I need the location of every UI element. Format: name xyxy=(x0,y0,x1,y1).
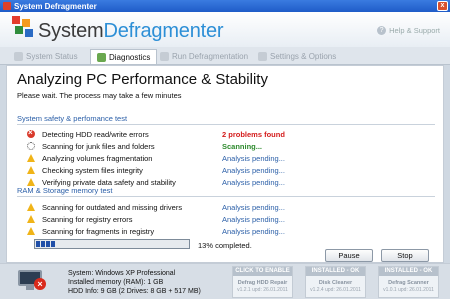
system-hdd: HDD Info: 9 GB (2 Drives: 8 GB + 517 MB) xyxy=(68,288,201,295)
item-label: Checking system files integrity xyxy=(42,165,143,175)
progress-bar xyxy=(34,239,190,249)
item-label: Scanning for outdated and missing driver… xyxy=(42,202,183,212)
spinner-icon xyxy=(27,142,35,150)
card-status: INSTALLED - OK xyxy=(306,267,365,276)
defrag-icon xyxy=(160,52,169,61)
system-memory: Installed memory (RAM): 1 GB xyxy=(68,279,164,286)
title-bar: System Defragmenter x xyxy=(0,0,450,12)
close-button[interactable]: x xyxy=(437,1,448,11)
gear-icon xyxy=(258,52,267,61)
section-header-safety: System safety & perfomance test xyxy=(17,114,435,125)
item-status: Analysis pending... xyxy=(222,202,285,212)
logo-icon xyxy=(12,16,34,40)
addon-card-disk-cleaner[interactable]: INSTALLED - OK Disk Cleaner v1.2.4 upd: … xyxy=(305,266,366,298)
system-info: System: Windows XP Professional Installe… xyxy=(68,269,201,296)
card-name: Disk Cleaner xyxy=(318,280,353,286)
tab-label: Diagnostics xyxy=(109,52,151,62)
warning-icon xyxy=(27,154,35,162)
page-title: Analyzing PC Performance & Stability xyxy=(17,71,268,88)
pause-button[interactable]: Pause xyxy=(325,249,373,262)
card-status: INSTALLED - OK xyxy=(379,267,438,276)
tab-label: System Status xyxy=(26,52,78,61)
list-item: Detecting HDD read/write errors 2 proble… xyxy=(27,128,285,139)
tab-settings-options[interactable]: Settings & Options xyxy=(258,49,336,64)
section-title: System safety & perfomance test xyxy=(17,114,128,123)
diagnostics-panel: Analyzing PC Performance & Stability Ple… xyxy=(6,65,444,263)
brand-title: SystemDefragmenter xyxy=(38,20,224,43)
list-item: Scanning for registry errors Analysis pe… xyxy=(27,214,285,224)
item-label: Scanning for registry errors xyxy=(42,214,133,224)
card-meta: v1.0.1 upd: 26.01.2011 xyxy=(383,287,434,293)
item-label: Detecting HDD read/write errors xyxy=(42,129,149,139)
card-meta: v1.2.1 upd: 26.01.2011 xyxy=(237,287,288,293)
tab-label: Settings & Options xyxy=(270,52,337,61)
item-label: Scanning for junk files and folders xyxy=(42,141,155,151)
brand-part-1: System xyxy=(38,20,104,42)
item-status: 2 problems found xyxy=(222,129,285,139)
section-header-ram: RAM & Storage memory test xyxy=(17,186,435,197)
tab-label: Run Defragmentation xyxy=(172,52,249,61)
computer-icon: × xyxy=(18,270,46,292)
diagnostics-icon xyxy=(97,52,106,62)
progress-segment xyxy=(46,241,50,247)
system-info-footer: × System: Windows XP Professional Instal… xyxy=(0,263,450,299)
page-subtitle: Please wait. The process may take a few … xyxy=(17,91,182,100)
warning-icon xyxy=(27,203,35,211)
help-support-link[interactable]: ? Help & Support xyxy=(377,26,440,35)
progress-segment xyxy=(36,241,40,247)
tab-diagnostics[interactable]: Diagnostics xyxy=(90,49,158,64)
item-status: Scanning... xyxy=(222,141,263,151)
window-title: System Defragmenter xyxy=(14,1,97,11)
stop-button[interactable]: Stop xyxy=(381,249,429,262)
brand-part-2: Defragmenter xyxy=(103,20,224,42)
addon-card-defrag-scanner[interactable]: INSTALLED - OK Defrag Scanner v1.0.1 upd… xyxy=(378,266,439,298)
card-meta: v1.2.4 upd: 26.01.2011 xyxy=(310,287,361,293)
system-os: System: Windows XP Professional xyxy=(68,270,176,277)
card-name: Defrag Scanner xyxy=(388,280,429,286)
warning-icon xyxy=(27,227,35,235)
progress-text: 13% completed. xyxy=(198,241,252,250)
list-item: Scanning for fragments in registry Analy… xyxy=(27,226,285,236)
item-status: Analysis pending... xyxy=(222,165,285,175)
item-label: Analyzing volumes fragmentation xyxy=(42,153,153,163)
list-item: Checking system files integrity Analysis… xyxy=(27,165,285,175)
app-icon xyxy=(3,2,11,10)
card-name: Defrag HDD Repair xyxy=(237,280,288,286)
item-status: Analysis pending... xyxy=(222,153,285,163)
card-status: CLICK TO ENABLE xyxy=(233,267,292,276)
error-icon xyxy=(27,128,35,138)
error-badge-icon: × xyxy=(34,278,46,290)
help-icon: ? xyxy=(377,26,387,35)
item-label: Scanning for fragments in registry xyxy=(42,226,155,236)
help-label: Help & Support xyxy=(389,26,440,35)
list-item: Analyzing volumes fragmentation Analysis… xyxy=(27,153,285,163)
warning-icon xyxy=(27,178,35,186)
progress-segment xyxy=(51,241,55,247)
warning-icon xyxy=(27,166,35,174)
item-status: Analysis pending... xyxy=(222,226,285,236)
warning-icon xyxy=(27,215,35,223)
app-header: SystemDefragmenter ? Help & Support xyxy=(0,12,450,47)
list-item: Scanning for outdated and missing driver… xyxy=(27,202,285,212)
tab-system-status[interactable]: System Status xyxy=(14,49,78,64)
section-title: RAM & Storage memory test xyxy=(17,186,113,195)
tab-run-defragmentation[interactable]: Run Defragmentation xyxy=(160,49,248,64)
monitor-icon xyxy=(14,52,23,61)
item-status: Analysis pending... xyxy=(222,214,285,224)
progress-segment xyxy=(41,241,45,247)
list-item: Scanning for junk files and folders Scan… xyxy=(27,141,262,151)
progress-fill xyxy=(36,241,55,247)
addon-card-defrag-hdd-repair[interactable]: CLICK TO ENABLE Defrag HDD Repair v1.2.1… xyxy=(232,266,293,298)
tab-bar: System Status Diagnostics Run Defragment… xyxy=(0,47,450,65)
